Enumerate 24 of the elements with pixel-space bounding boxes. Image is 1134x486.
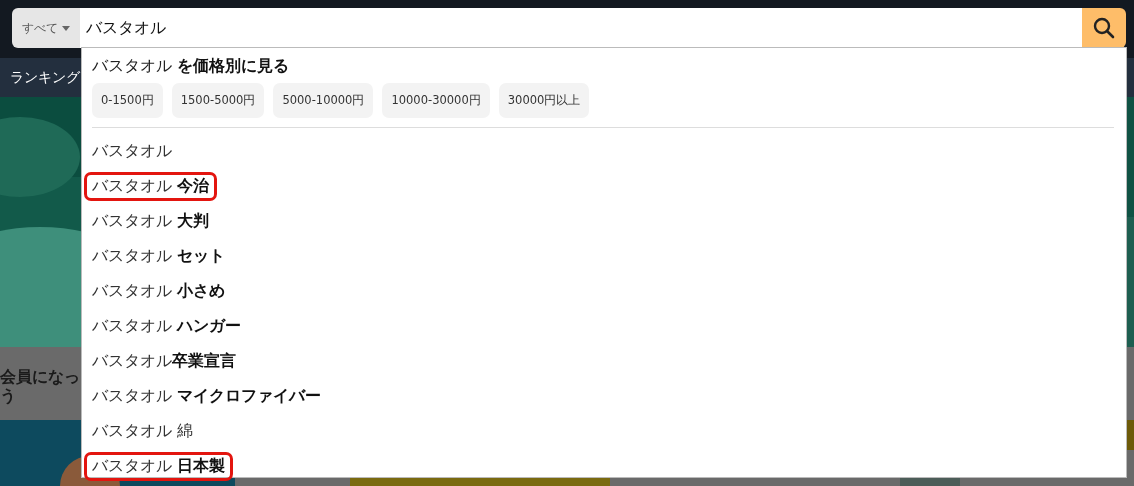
suggestion-item[interactable]: バスタオル 綿 bbox=[84, 417, 202, 446]
suggestion-item[interactable]: バスタオル ハンガー bbox=[84, 312, 250, 341]
price-range-chip[interactable]: 30000円以上 bbox=[498, 83, 590, 118]
price-range-chip[interactable]: 10000-30000円 bbox=[382, 83, 490, 118]
search-icon bbox=[1092, 16, 1116, 40]
price-heading: バスタオル を価格別に見る bbox=[92, 56, 291, 76]
promo-text: 会員になっ bbox=[0, 367, 80, 386]
price-range-chip[interactable]: 0-1500円 bbox=[92, 83, 163, 118]
nav-link[interactable]: ランキング bbox=[10, 68, 80, 87]
promo-text: う bbox=[0, 386, 16, 405]
suggestion-item[interactable]: バスタオル 今治 bbox=[84, 172, 218, 201]
price-range-chip[interactable]: 1500-5000円 bbox=[171, 83, 265, 118]
suggestion-item[interactable]: バスタオル マイクロファイバー bbox=[84, 382, 330, 411]
suggestion-item[interactable]: バスタオル セット bbox=[84, 242, 234, 271]
search-button[interactable] bbox=[1082, 8, 1126, 48]
category-dropdown[interactable]: すべて bbox=[12, 8, 80, 48]
price-range-chip[interactable]: 5000-10000円 bbox=[273, 83, 374, 118]
suggestion-item[interactable]: バスタオル bbox=[84, 137, 180, 166]
suggestion-item[interactable]: バスタオル 小さめ bbox=[84, 277, 234, 306]
suggestion-item[interactable]: バスタオル 大判 bbox=[84, 207, 218, 236]
caret-icon bbox=[62, 25, 70, 31]
suggestion-item[interactable]: バスタオル卒業宣言 bbox=[84, 347, 244, 376]
suggestion-item[interactable]: バスタオル 日本製 bbox=[84, 452, 234, 481]
search-field[interactable]: バスタオル bbox=[80, 8, 1082, 48]
